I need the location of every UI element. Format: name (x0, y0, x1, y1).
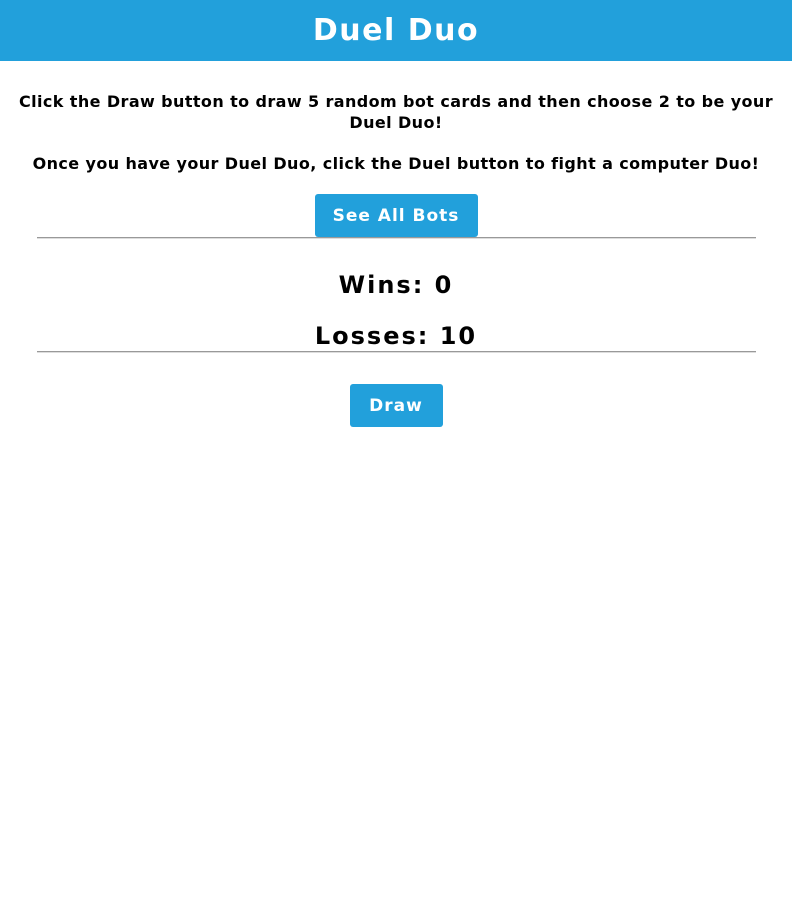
duel-instructions: Once you have your Duel Duo, click the D… (32, 154, 760, 173)
see-all-bots-wrapper: See All Bots (0, 174, 792, 237)
page-title: Duel Duo (312, 13, 480, 48)
wins-stat: Wins: 0 (0, 239, 792, 300)
stats-section: Wins: 0 Losses: 10 (0, 239, 792, 351)
see-all-bots-button[interactable]: See All Bots (314, 194, 478, 237)
app-header: Duel Duo (0, 0, 792, 61)
wins-label: Wins: (338, 271, 435, 299)
wins-count: 0 (434, 271, 454, 299)
draw-instructions: Click the Draw button to draw 5 random b… (19, 92, 773, 132)
losses-stat: Losses: 10 (0, 300, 792, 351)
draw-wrapper: Draw (0, 353, 792, 427)
draw-button[interactable]: Draw (349, 384, 443, 427)
losses-label: Losses: (314, 322, 440, 350)
losses-count: 10 (439, 322, 478, 350)
